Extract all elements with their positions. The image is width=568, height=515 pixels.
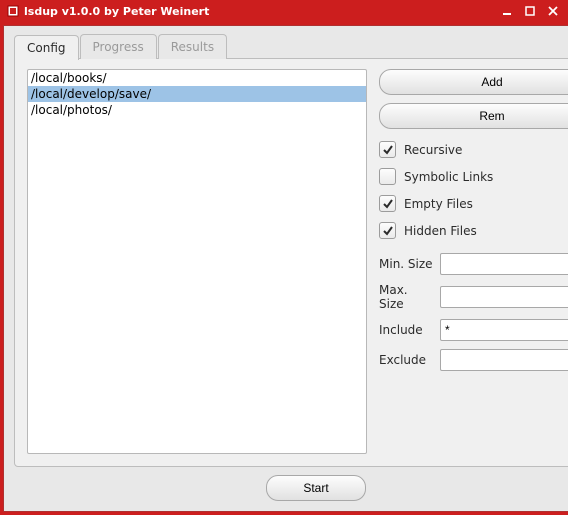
symlinks-checkbox[interactable] xyxy=(379,168,396,185)
max-size-input[interactable] xyxy=(440,286,568,308)
list-item[interactable]: /local/develop/save/ xyxy=(28,86,366,102)
recursive-label: Recursive xyxy=(404,143,462,157)
list-item[interactable]: /local/photos/ xyxy=(28,102,366,118)
tabbar: Config Progress Results xyxy=(14,34,568,59)
tab-progress[interactable]: Progress xyxy=(80,34,157,59)
min-size-input[interactable] xyxy=(440,253,568,275)
hidden-files-label: Hidden Files xyxy=(404,224,477,238)
symlinks-label: Symbolic Links xyxy=(404,170,493,184)
hidden-files-checkbox[interactable] xyxy=(379,222,396,239)
tab-config[interactable]: Config xyxy=(14,35,79,60)
include-input[interactable] xyxy=(440,319,568,341)
rem-button[interactable]: Rem xyxy=(379,103,568,129)
start-button[interactable]: Start xyxy=(266,475,366,501)
tab-panel-config: /local/books//local/develop/save//local/… xyxy=(14,58,568,467)
list-item[interactable]: /local/books/ xyxy=(28,70,366,86)
minimize-button[interactable] xyxy=(496,2,518,20)
recursive-checkbox[interactable] xyxy=(379,141,396,158)
include-label: Include xyxy=(379,323,434,337)
add-button[interactable]: Add xyxy=(379,69,568,95)
paths-listbox[interactable]: /local/books//local/develop/save//local/… xyxy=(27,69,367,454)
exclude-label: Exclude xyxy=(379,353,434,367)
tab-results[interactable]: Results xyxy=(158,34,227,59)
app-icon xyxy=(6,4,20,18)
empty-files-checkbox[interactable] xyxy=(379,195,396,212)
window-title: lsdup v1.0.0 by Peter Weinert xyxy=(24,5,495,18)
exclude-input[interactable] xyxy=(440,349,568,371)
maximize-button[interactable] xyxy=(519,2,541,20)
titlebar: lsdup v1.0.0 by Peter Weinert xyxy=(0,0,568,22)
min-size-label: Min. Size xyxy=(379,257,434,271)
max-size-label: Max. Size xyxy=(379,283,434,311)
close-button[interactable] xyxy=(542,2,564,20)
empty-files-label: Empty Files xyxy=(404,197,473,211)
